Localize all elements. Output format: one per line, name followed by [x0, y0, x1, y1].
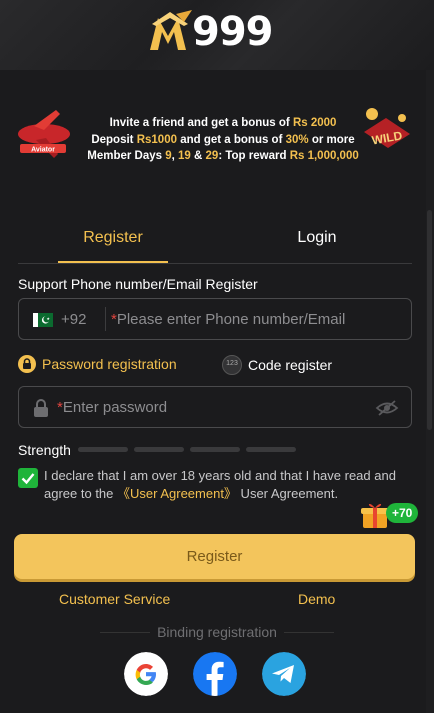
- customer-service-link[interactable]: Customer Service: [59, 591, 170, 607]
- plane-aviator-icon: Aviator: [18, 110, 70, 158]
- auth-tabs: Register Login: [18, 215, 412, 264]
- tab-login[interactable]: Login: [262, 215, 372, 261]
- divider-right: [284, 632, 334, 633]
- demo-link[interactable]: Demo: [298, 591, 335, 607]
- svg-text:Aviator: Aviator: [31, 147, 55, 154]
- phone-placeholder: *Please enter Phone number/Email: [111, 311, 346, 328]
- google-icon[interactable]: [124, 652, 168, 696]
- code-register-option[interactable]: 123 Code register: [222, 355, 332, 375]
- tab-register[interactable]: Register: [58, 215, 168, 263]
- age-declaration: I declare that I am over 18 years old an…: [44, 468, 396, 501]
- registration-methods: Password registration 123 Code register: [18, 355, 412, 375]
- strength-bar-1: [78, 447, 128, 452]
- promo-banner[interactable]: Aviator Invite a friend and get a bonus …: [14, 100, 414, 166]
- user-agreement-link[interactable]: 《User Agreement》: [117, 486, 237, 501]
- password-registration-label: Password registration: [42, 356, 177, 372]
- password-field[interactable]: *Enter password: [18, 386, 412, 428]
- password-registration-option[interactable]: Password registration: [18, 355, 177, 373]
- telegram-icon[interactable]: [262, 652, 306, 696]
- strength-bar-2: [134, 447, 184, 452]
- divider: [105, 307, 106, 331]
- code-register-label: Code register: [248, 357, 333, 373]
- pakistan-flag-icon: [33, 313, 53, 327]
- country-code[interactable]: +92: [61, 311, 86, 328]
- binding-registration-label: Binding registration: [157, 624, 277, 640]
- scrollbar-thumb[interactable]: [427, 210, 432, 430]
- checkmark-icon: [21, 473, 35, 485]
- code-123-icon: 123: [222, 355, 242, 375]
- section-title: Support Phone number/Email Register: [18, 276, 258, 292]
- brand-logo: 999: [148, 10, 273, 54]
- facebook-icon[interactable]: [193, 652, 237, 696]
- password-placeholder: *Enter password: [57, 399, 168, 416]
- phone-email-field[interactable]: +92 *Please enter Phone number/Email: [18, 298, 412, 340]
- strength-label: Strength: [18, 442, 71, 458]
- agreement-checkbox[interactable]: [18, 468, 38, 488]
- wild-slot-icon: WILD: [364, 108, 410, 148]
- eye-off-icon[interactable]: [375, 399, 399, 417]
- strength-bar-4: [246, 447, 296, 452]
- logo-text: 999: [192, 9, 273, 55]
- lock-icon: [34, 399, 48, 417]
- register-button[interactable]: Register: [14, 534, 415, 579]
- header: 999: [0, 0, 434, 70]
- lock-badge-icon: [18, 355, 36, 373]
- banner-text: Invite a friend and get a bonus of Rs 20…: [87, 117, 359, 162]
- m-logo-icon: [150, 10, 192, 50]
- strength-bar-3: [190, 447, 240, 452]
- bonus-badge: +70: [386, 503, 419, 523]
